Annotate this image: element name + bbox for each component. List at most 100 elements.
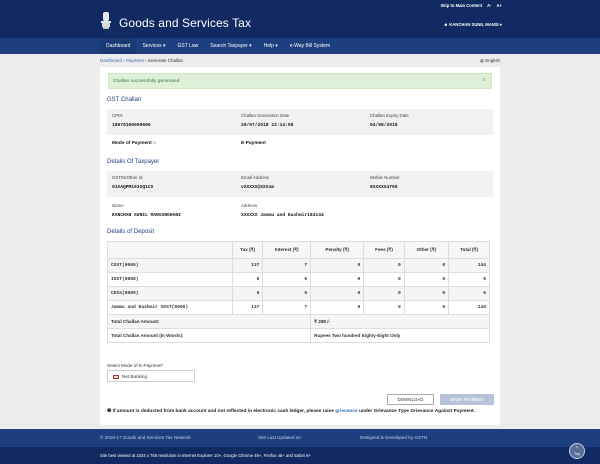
main-nav: Dashboard Services ▾ GST Law Search Taxp… xyxy=(0,38,600,54)
gen-date-label: Challan Generation Date xyxy=(241,113,290,118)
download-button[interactable]: DOWNLOAD xyxy=(387,394,434,405)
breadcrumb: Dashboard › Payment › Generate Challan xyxy=(100,58,184,63)
user-menu[interactable]: ☻ KANCHAN SUNIL MANSI ▾ xyxy=(444,22,502,27)
cell: 0 xyxy=(403,300,450,315)
nav-dashboard[interactable]: Dashboard xyxy=(100,38,137,54)
grievance-note: ❶ If amount is deducted from bank accoun… xyxy=(107,409,495,416)
row-head: CESS(0009) xyxy=(107,286,233,301)
language-label: English xyxy=(485,58,500,63)
language-selector[interactable]: ◍ English xyxy=(480,58,500,64)
site-title[interactable]: Goods and Services Tax xyxy=(119,16,251,30)
taxpayer-title: Details Of Taxpayer xyxy=(107,159,160,165)
row-head: IGST(0008) xyxy=(107,272,233,287)
challan-info-box xyxy=(107,109,493,135)
browser-note: Site best viewed at 1024 x 768 resolutio… xyxy=(100,453,311,458)
address-value: XXXXXX Jammu and Kashmir184144 xyxy=(241,213,324,218)
words-row: Total Challan Amount (In Words): Rupees … xyxy=(106,328,490,343)
cell: 0 xyxy=(403,272,450,287)
gen-date-value: 20/07/2018 12:14:58 xyxy=(241,123,294,128)
mobile-value: 8XXXXX4750 xyxy=(370,185,398,190)
cpin-label: CPIN xyxy=(112,113,123,118)
epayment-mode-value: Net Banking xyxy=(122,374,148,379)
breadcrumb-current: Generate Challan xyxy=(147,58,184,63)
nav-services[interactable]: Services ▾ xyxy=(136,38,171,54)
cell: 0 xyxy=(310,258,365,273)
total-value: ₹ 288 /- xyxy=(310,314,490,329)
row-head: CGST(0005) xyxy=(107,258,233,273)
success-alert: Challan successfully generated × xyxy=(108,73,492,89)
name-value: KANCHAN SUNIL MANSINGHANI xyxy=(112,213,181,218)
col-header: Fees (₹) xyxy=(363,241,405,259)
words-value: Rupees Two hundred Eighty-Eight Only xyxy=(310,328,490,343)
deposit-table: Tax (₹) Interest (₹) Penalty (₹) Fees (₹… xyxy=(106,241,490,343)
nav-eway-bill[interactable]: e-Way Bill System xyxy=(284,38,336,54)
epayment-mode-text: Select Mode of E-Payment xyxy=(107,363,162,368)
back-to-top-button[interactable]: ⌃ Top xyxy=(569,443,585,459)
cell: 0 xyxy=(363,258,405,273)
cell: 0 xyxy=(231,272,264,287)
col-header: Interest (₹) xyxy=(262,241,312,259)
address-label: Address xyxy=(241,203,258,208)
col-header: Penalty (₹) xyxy=(310,241,365,259)
cell: 144 xyxy=(448,258,490,273)
cell: 7 xyxy=(262,300,312,315)
nav-help[interactable]: Help ▾ xyxy=(258,38,284,54)
epayment-mode-option[interactable]: Net Banking xyxy=(107,370,195,382)
bank-card-icon xyxy=(113,375,119,379)
challan-panel: Challan successfully generated × GST Cha… xyxy=(100,67,500,425)
total-row: Total Challan Amount: ₹ 288 /- xyxy=(106,314,490,329)
cell: 0 xyxy=(363,300,405,315)
grievance-link[interactable]: grievance xyxy=(335,409,357,414)
deposit-title: Details of Deposit xyxy=(107,229,155,235)
cell: 7 xyxy=(262,258,312,273)
col-header: Other (₹) xyxy=(403,241,450,259)
cell: 137 xyxy=(231,300,264,315)
email-label: Email Address xyxy=(241,175,270,180)
expiry-date-value: 04/08/2018 xyxy=(370,123,398,128)
font-decrease[interactable]: A- xyxy=(487,3,491,8)
top-label: Top xyxy=(574,452,580,456)
nav-search-taxpayer[interactable]: Search Taxpayer ▾ xyxy=(204,38,257,54)
chevron-down-icon: ▾ xyxy=(498,22,502,27)
epayment-mode-label: Select Mode of E-Payment* xyxy=(107,363,163,368)
nav-gst-law[interactable]: GST Law xyxy=(172,38,205,54)
breadcrumb-dashboard[interactable]: Dashboard xyxy=(100,58,122,63)
cell: 0 xyxy=(448,272,490,287)
cell: 137 xyxy=(231,258,264,273)
designed-by: Designed & Developed by GSTN xyxy=(360,435,428,440)
table-row: CGST(0005) 137 7 0 0 0 144 xyxy=(107,258,490,273)
make-payment-button[interactable]: MAKE PAYMENT xyxy=(440,394,494,405)
payment-mode-label: Mode of Payment :- xyxy=(112,141,157,146)
col-header: Total (₹) xyxy=(448,241,490,259)
col-header xyxy=(107,241,233,259)
table-row: CESS(0009) 0 0 0 0 0 0 xyxy=(107,286,490,301)
cell: 0 xyxy=(262,272,312,287)
last-updated: Site Last Updated on xyxy=(258,435,301,440)
gstin-value: 01AAQPM1032Q1CX xyxy=(112,185,154,190)
browser-note-bar: Site best viewed at 1024 x 768 resolutio… xyxy=(0,447,600,464)
expiry-date-label: Challan Expiry Date xyxy=(370,113,409,118)
gst-challan-title: GST Challan xyxy=(107,97,142,103)
font-increase[interactable]: A+ xyxy=(497,3,502,8)
mobile-label: Mobile Number xyxy=(370,175,400,180)
user-name: KANCHAN SUNIL MANSI xyxy=(449,22,499,27)
deposit-header-row: Tax (₹) Interest (₹) Penalty (₹) Fees (₹… xyxy=(107,241,490,259)
emblem-icon xyxy=(101,12,111,29)
cell: 0 xyxy=(310,272,365,287)
cell: 0 xyxy=(262,286,312,301)
total-label: Total Challan Amount: xyxy=(106,314,312,329)
col-header: Tax (₹) xyxy=(231,241,264,259)
cell: 0 xyxy=(363,272,405,287)
skip-link[interactable]: Skip to Main Content xyxy=(440,3,482,8)
close-icon[interactable]: × xyxy=(482,77,486,84)
accessibility-links: Skip to Main Content A- A+ xyxy=(440,3,502,8)
email-value: vXXXXX@XXXom xyxy=(241,185,275,190)
table-row: Jammu and Kashmir SGST(0006) 137 7 0 0 0… xyxy=(107,300,490,315)
breadcrumb-payment[interactable]: Payment xyxy=(126,58,144,63)
copyright: © 2016-17 Goods and Services Tax Network xyxy=(100,435,191,440)
cell: 0 xyxy=(403,286,450,301)
table-row: IGST(0008) 0 0 0 0 0 0 xyxy=(107,272,490,287)
cell: 0 xyxy=(310,300,365,315)
taxpayer-info-box xyxy=(107,171,493,197)
cell: 0 xyxy=(231,286,264,301)
